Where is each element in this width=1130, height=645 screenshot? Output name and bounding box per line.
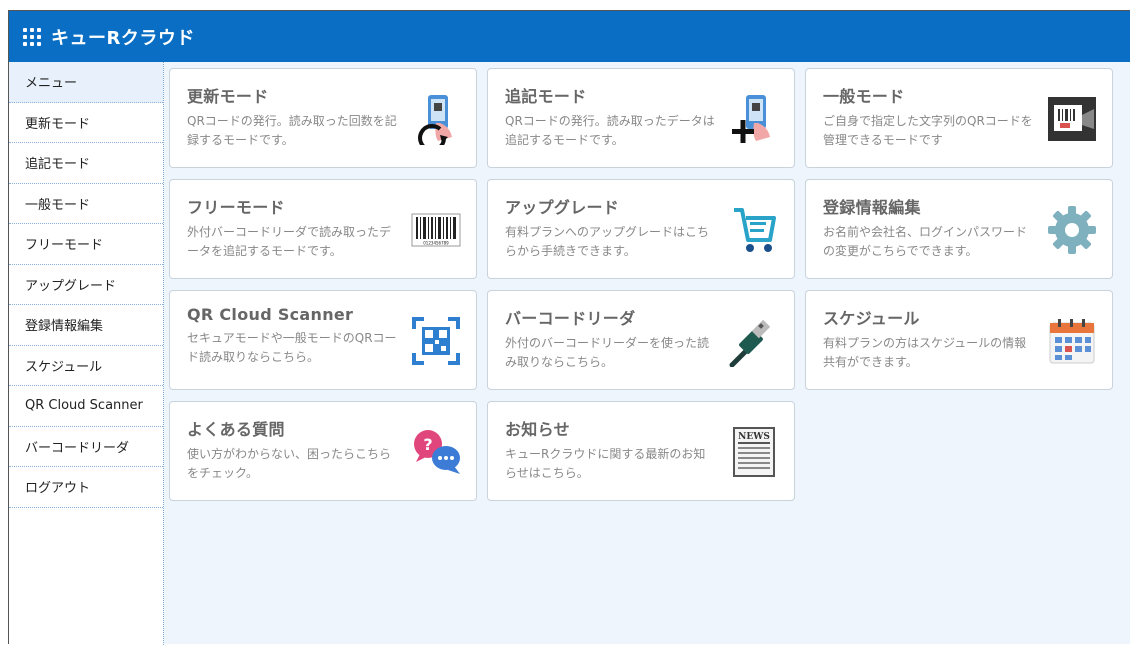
sidebar-item-account-edit[interactable]: 登録情報編集: [9, 305, 163, 346]
sidebar-item-general-mode[interactable]: 一般モード: [9, 184, 163, 224]
qr-scan-icon: [412, 317, 460, 365]
card-account-edit[interactable]: 登録情報編集 お名前や会社名、ログインパスワードの変更がこちらでできます。: [805, 179, 1113, 279]
card-description: セキュアモードや一般モードのQRコード読み取りならこちら。: [187, 331, 397, 364]
usb-plug-icon: [729, 319, 771, 367]
card-general-mode[interactable]: 一般モード ご自身で指定した文字列のQRコードを管理できるモードです: [805, 68, 1113, 168]
newspaper-icon: NEWS: [733, 427, 775, 477]
card-description: 外付のバーコードリーダーを使った読み取りならこちら。: [505, 336, 710, 369]
card-description: 有料プランの方はスケジュールの情報共有ができます。: [823, 336, 1027, 369]
card-description: QRコードの発行。読み取ったデータは追記するモードです。: [505, 114, 715, 147]
sidebar-item-barcode-reader[interactable]: バーコードリーダ: [9, 427, 163, 467]
phone-refresh-icon: [418, 95, 452, 145]
apps-grid-icon[interactable]: [23, 27, 41, 46]
sidebar-item-update-mode[interactable]: 更新モード: [9, 103, 163, 143]
sidebar-item-qr-cloud-scanner[interactable]: QR Cloud Scanner: [9, 386, 163, 427]
app-title[interactable]: キューRクラウド: [51, 24, 195, 50]
app-window: キューRクラウド メニュー 更新モード 追記モード 一般モード フリーモード ア…: [8, 10, 1130, 645]
news-label: NEWS: [738, 432, 770, 442]
calendar-icon: [1049, 319, 1095, 364]
barcode-icon: 0123456789: [411, 213, 461, 247]
sidebar-heading-menu: メニュー: [9, 62, 163, 103]
svg-text:?: ?: [423, 435, 432, 454]
sidebar-item-free-mode[interactable]: フリーモード: [9, 224, 163, 265]
card-faq[interactable]: よくある質問 使い方がわからない、困ったらこちらをチェック。 ?: [169, 401, 477, 501]
card-update-mode[interactable]: 更新モード QRコードの発行。読み取った回数を記録するモードです。: [169, 68, 477, 168]
card-news[interactable]: お知らせ キューRクラウドに関する最新のお知らせはこちら。 NEWS: [487, 401, 795, 501]
card-free-mode[interactable]: フリーモード 外付バーコードリーダで読み取ったデータを追記するモードです。 01…: [169, 179, 477, 279]
sidebar-item-schedule[interactable]: スケジュール: [9, 346, 163, 386]
phone-plus-icon: [732, 95, 770, 143]
card-description: 外付バーコードリーダで読み取ったデータを追記するモードです。: [187, 225, 392, 258]
card-description: QRコードの発行。読み取った回数を記録するモードです。: [187, 114, 397, 147]
card-description: 使い方がわからない、困ったらこちらをチェック。: [187, 447, 392, 480]
card-upgrade[interactable]: アップグレード 有料プランへのアップグレードはこちらから手続きできます。: [487, 179, 795, 279]
sidebar-item-upgrade[interactable]: アップグレード: [9, 265, 163, 305]
barcode-digits: 0123456789: [423, 241, 449, 246]
card-append-mode[interactable]: 追記モード QRコードの発行。読み取ったデータは追記するモードです。: [487, 68, 795, 168]
card-description: ご自身で指定した文字列のQRコードを管理できるモードです: [823, 114, 1033, 147]
gear-icon: [1048, 206, 1096, 254]
card-schedule[interactable]: スケジュール 有料プランの方はスケジュールの情報共有ができます。: [805, 290, 1113, 390]
sidebar-menu: メニュー 更新モード 追記モード 一般モード フリーモード アップグレード 登録…: [9, 62, 164, 645]
sidebar-item-logout[interactable]: ログアウト: [9, 467, 163, 508]
card-description: お名前や会社名、ログインパスワードの変更がこちらでできます。: [823, 225, 1028, 258]
card-description: キューRクラウドに関する最新のお知らせはこちら。: [505, 447, 706, 480]
sidebar-item-append-mode[interactable]: 追記モード: [9, 143, 163, 184]
scanner-card-icon: [1048, 97, 1096, 141]
card-description: 有料プランへのアップグレードはこちらから手続きできます。: [505, 225, 710, 258]
card-barcode-reader[interactable]: バーコードリーダ 外付のバーコードリーダーを使った読み取りならこちら。: [487, 290, 795, 390]
faq-bubbles-icon: ?: [414, 430, 460, 474]
card-qr-cloud-scanner[interactable]: QR Cloud Scanner セキュアモードや一般モードのQRコード読み取り…: [169, 290, 477, 390]
app-header: キューRクラウド: [9, 11, 1130, 62]
cart-icon: [734, 208, 776, 252]
